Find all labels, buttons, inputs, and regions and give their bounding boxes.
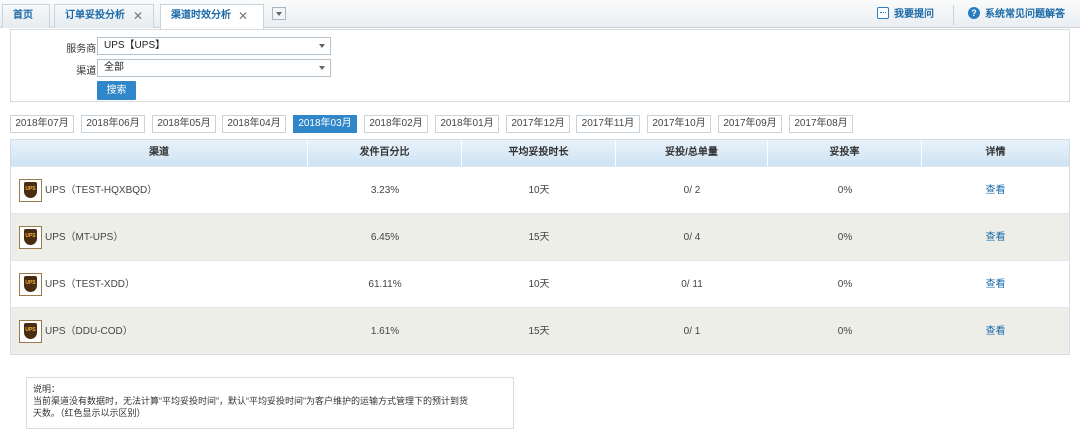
close-icon[interactable]: ✕ xyxy=(133,5,143,27)
header-ratio: 妥投/总单量 xyxy=(616,140,768,166)
ups-logo-icon: UPS xyxy=(19,179,42,202)
rate-cell: 0% xyxy=(837,232,853,243)
channel-table: 渠道 发件百分比 平均妥投时长 妥投/总单量 妥投率 详情 UPS UPS（TE… xyxy=(10,139,1070,355)
table-row: UPS UPS（TEST-XDD） 61.11% 10天 0/ 11 0% 查看 xyxy=(11,260,1069,307)
month-tab[interactable]: 2018年01月 xyxy=(435,115,499,133)
tab-home[interactable]: 首页 xyxy=(2,4,50,28)
provider-select-value: UPS【UPS】 xyxy=(104,40,166,51)
ask-question-link[interactable]: 我要提问 xyxy=(877,7,934,22)
rate-cell: 0% xyxy=(837,279,853,290)
view-detail-link[interactable]: 查看 xyxy=(922,167,1069,214)
table-header: 渠道 发件百分比 平均妥投时长 妥投/总单量 妥投率 详情 xyxy=(11,140,1069,166)
provider-select[interactable]: UPS【UPS】 xyxy=(97,37,331,55)
month-tab[interactable]: 2017年08月 xyxy=(789,115,853,133)
percent-cell: 6.45% xyxy=(370,232,400,243)
month-tab[interactable]: 2018年06月 xyxy=(81,115,145,133)
month-tab[interactable]: 2018年07月 xyxy=(10,115,74,133)
avg-time-cell: 15天 xyxy=(528,326,550,337)
view-detail-link[interactable]: 查看 xyxy=(922,261,1069,308)
channel-name: UPS（MT-UPS） xyxy=(45,232,124,243)
rate-cell: 0% xyxy=(837,326,853,337)
note-line-2: 天数。（红色显示以示区别） xyxy=(33,408,146,418)
avg-time-cell: 15天 xyxy=(528,232,550,243)
header-channel: 渠道 xyxy=(11,140,308,166)
percent-cell: 61.11% xyxy=(368,279,402,290)
note-line-1: 当前渠道没有数据时，无法计算“平均妥投时间”，默认“平均妥投时间”为客户维护的运… xyxy=(33,396,468,406)
table-row: UPS UPS（DDU-COD） 1.61% 15天 0/ 1 0% 查看 xyxy=(11,307,1069,354)
month-tab[interactable]: 2017年11月 xyxy=(576,115,640,133)
channel-label: 渠道: xyxy=(76,66,99,77)
tab-order-complaint[interactable]: 订单妥投分析 ✕ xyxy=(54,4,154,28)
month-tab[interactable]: 2018年03月 xyxy=(293,115,357,133)
tab-order-complaint-label: 订单妥投分析 xyxy=(65,10,125,21)
close-icon[interactable]: ✕ xyxy=(238,5,248,27)
search-button[interactable]: 搜索 xyxy=(97,81,136,100)
month-tab[interactable]: 2018年02月 xyxy=(364,115,428,133)
avg-time-cell: 10天 xyxy=(528,279,550,290)
channel-select-value: 全部 xyxy=(104,62,124,73)
avg-time-cell: 10天 xyxy=(528,185,550,196)
view-detail-link[interactable]: 查看 xyxy=(922,308,1069,355)
ups-logo-icon: UPS xyxy=(19,226,42,249)
channel-name: UPS（TEST-XDD） xyxy=(45,279,136,290)
faq-link[interactable]: ? 系统常见问题解答 xyxy=(968,7,1065,22)
month-tab[interactable]: 2017年10月 xyxy=(647,115,711,133)
faq-label: 系统常见问题解答 xyxy=(985,9,1065,20)
month-tab[interactable]: 2017年12月 xyxy=(506,115,570,133)
channel-select[interactable]: 全部 xyxy=(97,59,331,77)
table-row: UPS UPS（MT-UPS） 6.45% 15天 0/ 4 0% 查看 xyxy=(11,213,1069,260)
header-percent: 发件百分比 xyxy=(308,140,462,166)
view-detail-link[interactable]: 查看 xyxy=(922,214,1069,261)
note-title: 说明： xyxy=(33,384,61,394)
ratio-cell: 0/ 2 xyxy=(683,185,701,196)
ratio-cell: 0/ 4 xyxy=(683,232,701,243)
chevron-down-icon xyxy=(319,66,325,70)
month-tab[interactable]: 2017年09月 xyxy=(718,115,782,133)
channel-cell: UPS UPS（TEST-HQXBQD） xyxy=(11,167,308,214)
help-icon: ? xyxy=(968,7,980,20)
tab-bar: 首页 订单妥投分析 ✕ 渠道时效分析 ✕ 我要提问 ? 系统常见问题解答 xyxy=(0,0,1080,29)
header-detail: 详情 xyxy=(985,147,1006,158)
divider xyxy=(953,5,954,25)
channel-cell: UPS UPS（DDU-COD） xyxy=(11,308,308,355)
tab-channel-timing[interactable]: 渠道时效分析 ✕ xyxy=(160,4,264,29)
note-box: 说明： 当前渠道没有数据时，无法计算“平均妥投时间”，默认“平均妥投时间”为客户… xyxy=(26,377,514,429)
percent-cell: 3.23% xyxy=(370,185,400,196)
channel-name: UPS（TEST-HQXBQD） xyxy=(45,185,158,196)
percent-cell: 1.61% xyxy=(370,326,400,337)
header-avg-time: 平均妥投时长 xyxy=(462,140,616,166)
month-tab[interactable]: 2018年04月 xyxy=(222,115,286,133)
header-rate: 妥投率 xyxy=(768,140,922,166)
tab-home-label: 首页 xyxy=(13,10,33,21)
channel-cell: UPS UPS（TEST-XDD） xyxy=(11,261,308,308)
chat-icon xyxy=(877,7,889,20)
table-row: UPS UPS（TEST-HQXBQD） 3.23% 10天 0/ 2 0% 查… xyxy=(11,166,1069,213)
ratio-cell: 0/ 1 xyxy=(683,326,701,337)
rate-cell: 0% xyxy=(837,185,853,196)
ups-logo-icon: UPS xyxy=(19,273,42,296)
month-tab[interactable]: 2018年05月 xyxy=(152,115,216,133)
ups-logo-icon: UPS xyxy=(19,320,42,343)
tab-dropdown-button[interactable] xyxy=(272,7,286,20)
chevron-down-icon xyxy=(319,44,325,48)
chevron-down-icon xyxy=(276,12,282,16)
ratio-cell: 0/ 11 xyxy=(681,279,703,290)
ask-question-label: 我要提问 xyxy=(894,9,934,20)
provider-label: 服务商: xyxy=(66,44,99,55)
channel-cell: UPS UPS（MT-UPS） xyxy=(11,214,308,261)
tab-channel-timing-label: 渠道时效分析 xyxy=(171,10,231,21)
channel-name: UPS（DDU-COD） xyxy=(45,326,133,337)
